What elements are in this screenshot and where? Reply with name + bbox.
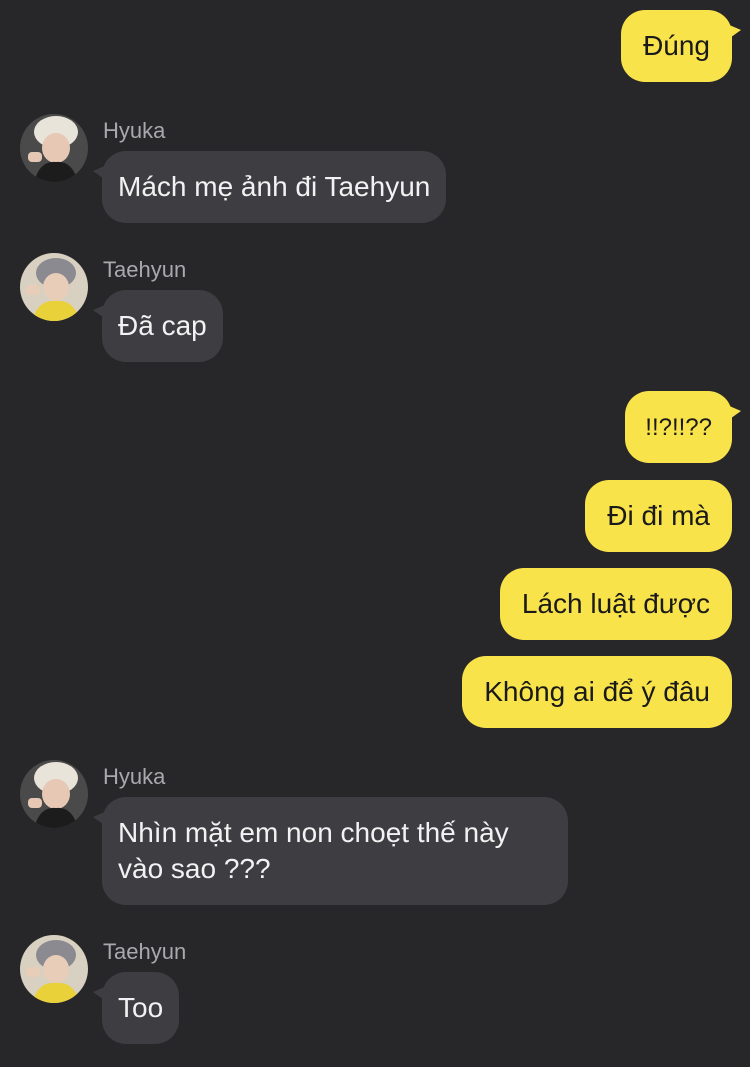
avatar-taehyun[interactable] — [20, 253, 88, 321]
avatar-hyuka[interactable] — [20, 114, 88, 182]
message-text-line: vào sao ??? — [118, 853, 271, 884]
message-text: Lách luật được — [521, 588, 710, 619]
message-text: Đã cap — [118, 310, 207, 341]
message-text: !!?!!?? — [645, 414, 712, 441]
message-text: Đúng — [643, 30, 710, 61]
avatar-hyuka[interactable] — [20, 760, 88, 828]
message-text-line: Nhìn mặt em non choẹt thế này — [118, 817, 509, 848]
incoming-message[interactable]: Đã cap — [93, 290, 223, 362]
message-text: Không ai để ý đâu — [484, 676, 710, 707]
sender-name: Taehyun — [103, 257, 187, 282]
chat-thread[interactable]: Đúng Hyuka Mách mẹ ảnh đi Taehyun Taehyu… — [0, 0, 750, 1067]
incoming-message[interactable]: Mách mẹ ảnh đi Taehyun — [92, 151, 447, 223]
sender-name: Hyuka — [103, 764, 166, 789]
incoming-message[interactable]: Too — [92, 972, 180, 1044]
outgoing-message[interactable]: Lách luật được — [499, 568, 732, 640]
message-text: Đi đi mà — [607, 500, 710, 531]
sender-name: Hyuka — [103, 118, 166, 143]
incoming-message[interactable]: Nhìn mặt em non choẹt thế này vào sao ??… — [93, 797, 568, 905]
outgoing-message[interactable]: Đúng — [621, 10, 741, 82]
message-text: Mách mẹ ảnh đi Taehyun — [118, 171, 431, 202]
avatar-taehyun[interactable] — [20, 935, 88, 1003]
outgoing-message[interactable]: !!?!!?? — [625, 391, 741, 463]
outgoing-message[interactable]: Không ai để ý đâu — [462, 656, 732, 728]
message-text: Too — [118, 992, 164, 1023]
outgoing-message[interactable]: Đi đi mà — [585, 480, 732, 552]
sender-name: Taehyun — [103, 939, 187, 964]
